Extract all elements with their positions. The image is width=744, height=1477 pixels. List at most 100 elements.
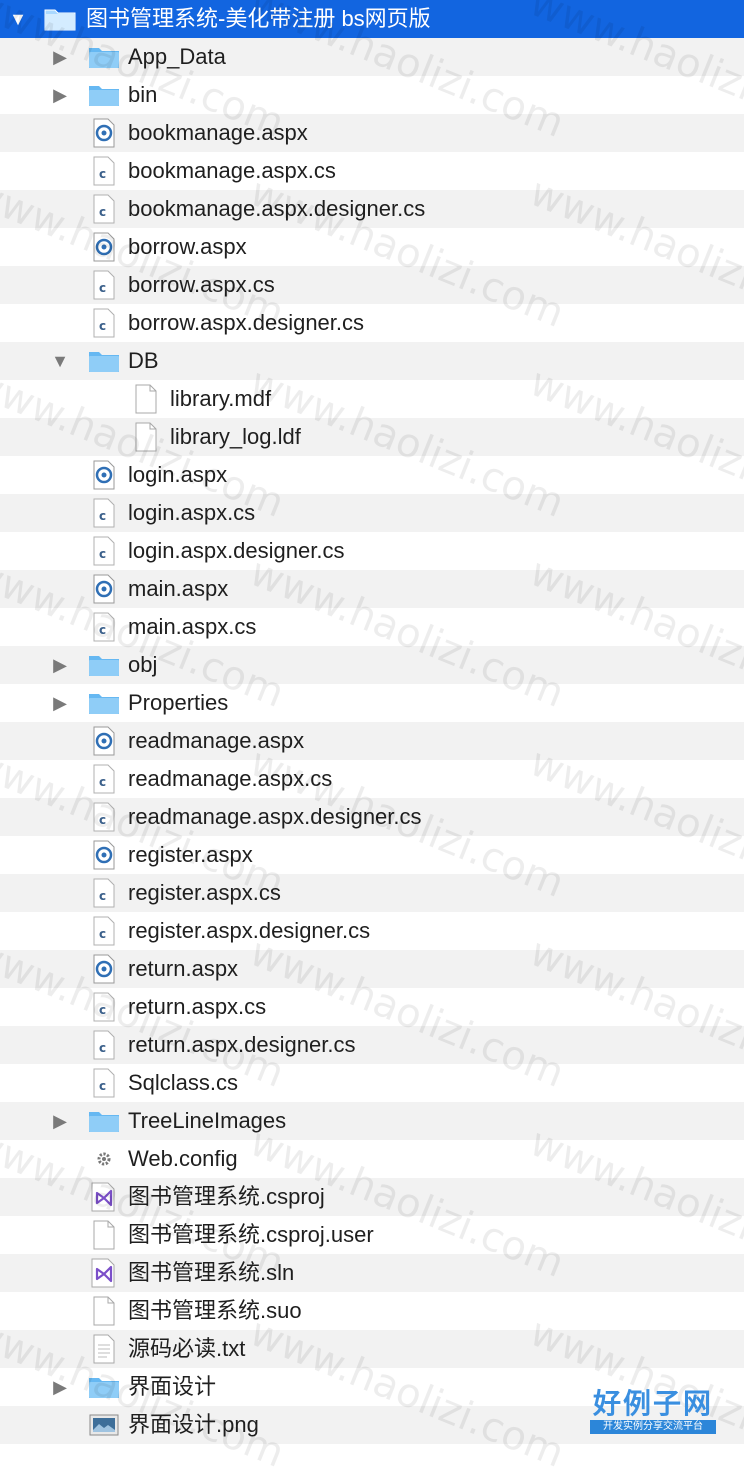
csharp-file-icon: c	[88, 912, 120, 950]
logo-title: 好例子网	[592, 1387, 713, 1420]
tree-item-label: register.aspx.designer.cs	[128, 918, 371, 943]
tree-item-web-config[interactable]: Web.config	[0, 1140, 744, 1178]
tree-item-sqlclass-cs[interactable]: c Sqlclass.cs	[0, 1064, 744, 1102]
svg-text:c: c	[99, 623, 106, 637]
tree-item-return-aspx-cs[interactable]: c return.aspx.cs	[0, 988, 744, 1026]
tree-item-bookmanage-aspx-cs[interactable]: c bookmanage.aspx.cs	[0, 152, 744, 190]
config-gear-icon	[88, 1140, 120, 1178]
tree-item-bookmanage-aspx[interactable]: bookmanage.aspx	[0, 114, 744, 152]
tree-item-login-aspx-cs[interactable]: c login.aspx.cs	[0, 494, 744, 532]
file-tree: ▼ 图书管理系统-美化带注册 bs网页版 ▶ App_Data ▶ bin bookma…	[0, 0, 744, 1444]
svg-text:c: c	[99, 775, 106, 789]
disclosure-collapsed-icon[interactable]: ▶	[48, 1368, 72, 1406]
csharp-file-icon: c	[88, 1026, 120, 1064]
tree-item-label: 图书管理系统.csproj.user	[128, 1222, 374, 1247]
csharp-file-icon: c	[88, 760, 120, 798]
tree-item-login-aspx-designer-cs[interactable]: c login.aspx.designer.cs	[0, 532, 744, 570]
aspx-file-icon	[88, 228, 120, 266]
tree-item-label: return.aspx.designer.cs	[128, 1032, 356, 1057]
folder-icon	[88, 684, 120, 722]
tree-item-obj[interactable]: ▶ obj	[0, 646, 744, 684]
tree-item-register-aspx-cs[interactable]: c register.aspx.cs	[0, 874, 744, 912]
aspx-file-icon	[88, 722, 120, 760]
tree-item-label: register.aspx	[128, 842, 253, 867]
text-file-icon	[88, 1330, 120, 1368]
tree-item-return-aspx[interactable]: return.aspx	[0, 950, 744, 988]
tree-item-bin[interactable]: ▶ bin	[0, 76, 744, 114]
csharp-file-icon: c	[88, 798, 120, 836]
disclosure-collapsed-icon[interactable]: ▶	[48, 38, 72, 76]
svg-text:c: c	[99, 813, 106, 827]
tree-item-label: login.aspx.designer.cs	[128, 538, 345, 563]
tree-item-label: Web.config	[128, 1146, 238, 1171]
tree-item-borrow-aspx[interactable]: borrow.aspx	[0, 228, 744, 266]
tree-root-label: 图书管理系统-美化带注册 bs网页版	[86, 6, 431, 31]
tree-item-db[interactable]: ▼ DB	[0, 342, 744, 380]
document-icon	[130, 380, 162, 418]
tree-item-register-aspx[interactable]: register.aspx	[0, 836, 744, 874]
tree-item-label: 图书管理系统.suo	[128, 1298, 302, 1323]
disclosure-expanded-icon[interactable]: ▼	[6, 0, 30, 38]
tree-item-return-aspx-designer-cs[interactable]: c return.aspx.designer.cs	[0, 1026, 744, 1064]
tree-item-suo[interactable]: 图书管理系统.suo	[0, 1292, 744, 1330]
tree-item-label: obj	[128, 652, 158, 677]
tree-item-label: readmanage.aspx	[128, 728, 305, 753]
tree-item-register-aspx-designer-cs[interactable]: c register.aspx.designer.cs	[0, 912, 744, 950]
csharp-file-icon: c	[88, 988, 120, 1026]
tree-item-csproj[interactable]: 图书管理系统.csproj	[0, 1178, 744, 1216]
svg-text:c: c	[99, 1003, 106, 1017]
csharp-file-icon: c	[88, 494, 120, 532]
tree-item-readmanage-aspx-cs[interactable]: c readmanage.aspx.cs	[0, 760, 744, 798]
disclosure-expanded-icon[interactable]: ▼	[48, 342, 72, 380]
disclosure-collapsed-icon[interactable]: ▶	[48, 684, 72, 722]
csharp-file-icon: c	[88, 874, 120, 912]
tree-item-label: return.aspx.cs	[128, 994, 267, 1019]
tree-item-txt[interactable]: 源码必读.txt	[0, 1330, 744, 1368]
tree-item-label: bookmanage.aspx.cs	[128, 158, 336, 183]
tree-item-label: register.aspx.cs	[128, 880, 281, 905]
document-icon	[88, 1216, 120, 1254]
tree-item-library-log-ldf[interactable]: library_log.ldf	[0, 418, 744, 456]
disclosure-collapsed-icon[interactable]: ▶	[48, 1102, 72, 1140]
visual-studio-icon	[88, 1178, 120, 1216]
tree-item-label: TreeLineImages	[128, 1108, 287, 1133]
aspx-file-icon	[88, 836, 120, 874]
disclosure-collapsed-icon[interactable]: ▶	[48, 76, 72, 114]
svg-text:c: c	[99, 927, 106, 941]
tree-item-main-aspx-cs[interactable]: c main.aspx.cs	[0, 608, 744, 646]
csharp-file-icon: c	[88, 266, 120, 304]
tree-item-label: readmanage.aspx.designer.cs	[128, 804, 422, 829]
tree-item-borrow-aspx-cs[interactable]: c borrow.aspx.cs	[0, 266, 744, 304]
tree-item-label: bookmanage.aspx	[128, 120, 308, 145]
tree-item-app-data[interactable]: ▶ App_Data	[0, 38, 744, 76]
tree-item-label: library.mdf	[170, 386, 272, 411]
svg-text:c: c	[99, 281, 106, 295]
tree-item-library-mdf[interactable]: library.mdf	[0, 380, 744, 418]
disclosure-collapsed-icon[interactable]: ▶	[48, 646, 72, 684]
document-icon	[88, 1292, 120, 1330]
aspx-file-icon	[88, 570, 120, 608]
tree-item-label: DB	[128, 348, 159, 373]
svg-text:c: c	[99, 889, 106, 903]
svg-text:c: c	[99, 167, 106, 181]
tree-item-readmanage-aspx-designer-cs[interactable]: c readmanage.aspx.designer.cs	[0, 798, 744, 836]
tree-item-sln[interactable]: 图书管理系统.sln	[0, 1254, 744, 1292]
folder-icon	[88, 1368, 120, 1406]
tree-item-label: library_log.ldf	[170, 424, 301, 449]
csharp-file-icon: c	[88, 190, 120, 228]
tree-root-row[interactable]: ▼ 图书管理系统-美化带注册 bs网页版	[0, 0, 744, 38]
logo-subtitle: 开发实例分享交流平台	[590, 1420, 716, 1434]
tree-item-login-aspx[interactable]: login.aspx	[0, 456, 744, 494]
aspx-file-icon	[88, 456, 120, 494]
tree-item-treelineimages[interactable]: ▶ TreeLineImages	[0, 1102, 744, 1140]
tree-item-properties[interactable]: ▶ Properties	[0, 684, 744, 722]
tree-item-borrow-aspx-designer-cs[interactable]: c borrow.aspx.designer.cs	[0, 304, 744, 342]
tree-item-csproj-user[interactable]: 图书管理系统.csproj.user	[0, 1216, 744, 1254]
tree-item-label: Sqlclass.cs	[128, 1070, 239, 1095]
folder-icon	[88, 76, 120, 114]
tree-item-label: login.aspx.cs	[128, 500, 256, 525]
tree-item-bookmanage-aspx-designer-cs[interactable]: c bookmanage.aspx.designer.cs	[0, 190, 744, 228]
tree-item-readmanage-aspx[interactable]: readmanage.aspx	[0, 722, 744, 760]
tree-item-main-aspx[interactable]: main.aspx	[0, 570, 744, 608]
svg-text:c: c	[99, 1041, 106, 1055]
